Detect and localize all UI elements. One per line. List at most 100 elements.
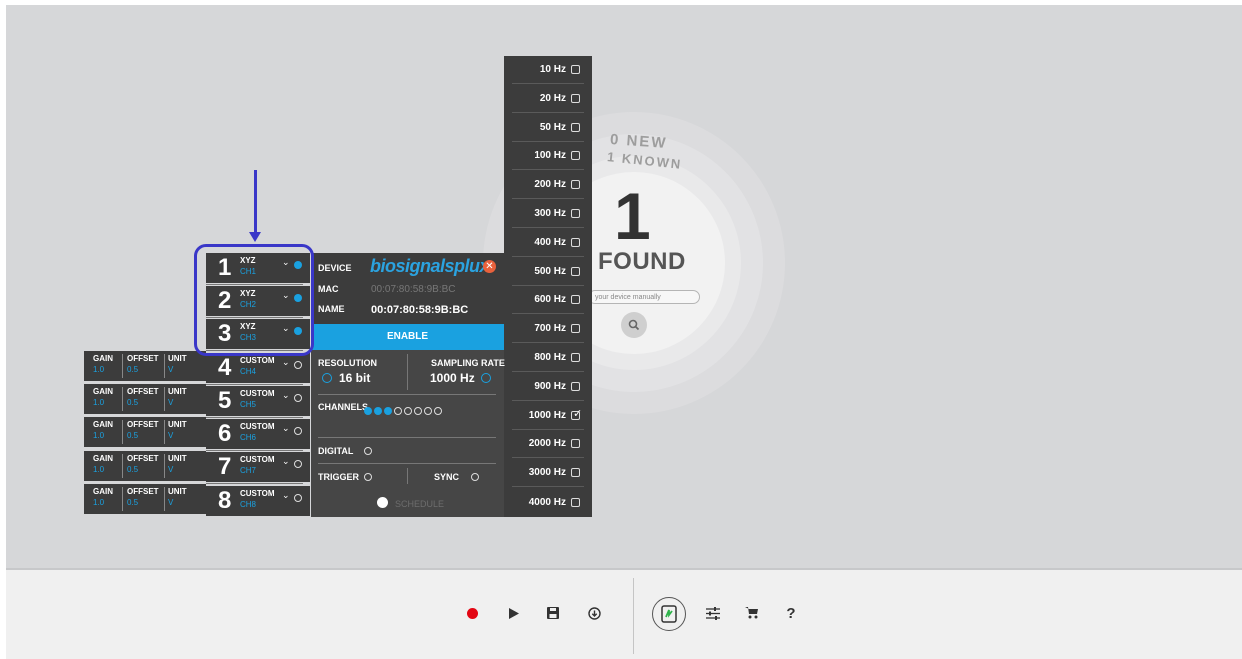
digital-toggle[interactable] xyxy=(364,447,372,455)
chevron-down-icon[interactable]: ⌄ xyxy=(282,423,290,434)
offset-value[interactable]: 0.5 xyxy=(127,431,138,440)
offset-value[interactable]: 0.5 xyxy=(127,398,138,407)
unit-value[interactable]: V xyxy=(168,398,173,407)
sampling-rate-option[interactable]: 10 Hz xyxy=(512,56,584,84)
sampling-rate-option[interactable]: 300 Hz xyxy=(512,200,584,228)
sampling-rate-checkbox[interactable] xyxy=(571,324,580,334)
name-field[interactable]: 00:07:80:58:9B:BC xyxy=(371,304,468,316)
sampling-rate-option[interactable]: 500 Hz xyxy=(512,258,584,286)
device-button[interactable] xyxy=(652,597,686,631)
divider xyxy=(164,487,165,511)
channel-type[interactable]: CUSTOM xyxy=(240,389,275,398)
channel-toggle[interactable] xyxy=(294,494,302,502)
schedule-icon[interactable] xyxy=(377,497,388,508)
sampling-rate-option[interactable]: 50 Hz xyxy=(512,114,584,142)
channel-toggle[interactable] xyxy=(294,361,302,369)
offset-value[interactable]: 0.5 xyxy=(127,465,138,474)
channel-row[interactable]: 5 CUSTOM CH5 ⌄ xyxy=(206,386,310,416)
channel-toggle-dot[interactable] xyxy=(364,406,372,415)
channel-toggle-dot[interactable] xyxy=(424,406,432,415)
sampling-rate-option[interactable]: 400 Hz xyxy=(512,229,584,257)
sampling-rate-checkbox[interactable] xyxy=(571,266,580,276)
manual-device-input[interactable]: your device manually xyxy=(588,290,700,304)
sampling-rate-checkbox[interactable] xyxy=(571,93,580,103)
download-button[interactable] xyxy=(581,600,607,626)
sampling-rate-checkbox[interactable] xyxy=(571,407,582,420)
channel-row[interactable]: 8 CUSTOM CH8 ⌄ xyxy=(206,486,310,516)
sampling-rate-option[interactable]: 3000 Hz xyxy=(512,459,584,488)
save-button[interactable] xyxy=(540,600,566,626)
play-button[interactable] xyxy=(501,600,527,626)
resolution-value[interactable]: 16 bit xyxy=(339,371,370,385)
sampling-rate-checkbox[interactable] xyxy=(571,209,580,218)
sampling-rate-option[interactable]: 20 Hz xyxy=(512,85,584,113)
sampling-rate-checkbox[interactable] xyxy=(571,151,580,161)
sampling-rate-checkbox[interactable] xyxy=(571,295,580,305)
settings-button[interactable] xyxy=(700,600,726,626)
gain-value[interactable]: 1.0 xyxy=(93,498,104,507)
divider xyxy=(122,387,123,411)
channel-toggle-dot[interactable] xyxy=(404,406,412,415)
unit-value[interactable]: V xyxy=(168,365,173,374)
chevron-down-icon[interactable]: ⌄ xyxy=(282,390,290,401)
sampling-rate-checkbox[interactable] xyxy=(571,180,580,190)
channel-toggle-dot[interactable] xyxy=(394,406,402,415)
sampling-rate-checkbox[interactable] xyxy=(571,497,580,507)
channel-type[interactable]: CUSTOM xyxy=(240,356,275,365)
sync-toggle[interactable] xyxy=(471,473,479,481)
chevron-down-icon[interactable]: ⌄ xyxy=(282,490,290,501)
unit-value[interactable]: V xyxy=(168,498,173,507)
offset-value[interactable]: 0.5 xyxy=(127,498,138,507)
channel-toggle-dot[interactable] xyxy=(384,406,392,415)
sampling-rate-checkbox[interactable] xyxy=(571,439,580,449)
schedule-label[interactable]: SCHEDULE xyxy=(395,499,444,509)
sampling-rate-option[interactable]: 4000 Hz xyxy=(512,488,584,516)
sampling-rate-option[interactable]: 800 Hz xyxy=(512,344,584,372)
close-button[interactable]: ✕ xyxy=(483,260,496,273)
channel-toggle-dot[interactable] xyxy=(374,406,382,415)
sampling-rate-option[interactable]: 900 Hz xyxy=(512,373,584,401)
gain-value[interactable]: 1.0 xyxy=(93,465,104,474)
gain-value[interactable]: 1.0 xyxy=(93,431,104,440)
record-button[interactable] xyxy=(459,600,485,626)
channel-row[interactable]: 4 CUSTOM CH4 ⌄ xyxy=(206,353,310,383)
sampling-rate-checkbox[interactable] xyxy=(571,237,580,247)
trigger-toggle[interactable] xyxy=(364,473,372,481)
channel-row[interactable]: 6 CUSTOM CH6 ⌄ xyxy=(206,419,310,449)
channel-toggle[interactable] xyxy=(294,427,302,435)
channel-row[interactable]: 7 CUSTOM CH7 ⌄ xyxy=(206,452,310,482)
sampling-rate-checkbox[interactable] xyxy=(571,353,580,362)
channel-type[interactable]: CUSTOM xyxy=(240,422,275,431)
unit-value[interactable]: V xyxy=(168,431,173,440)
sampling-rate-value[interactable]: 1000 Hz xyxy=(430,371,475,385)
channel-toggle[interactable] xyxy=(294,460,302,468)
channel-id: CH8 xyxy=(240,500,257,509)
chevron-down-icon[interactable]: ⌄ xyxy=(282,456,290,467)
cart-button[interactable] xyxy=(738,600,764,626)
sampling-rate-option[interactable]: 100 Hz xyxy=(512,142,584,171)
unit-value[interactable]: V xyxy=(168,465,173,474)
enable-button[interactable]: ENABLE xyxy=(311,324,504,350)
sampling-rate-checkbox[interactable] xyxy=(571,381,580,391)
sampling-rate-option[interactable]: 2000 Hz xyxy=(512,430,584,459)
channel-type[interactable]: CUSTOM xyxy=(240,455,275,464)
channel-dots[interactable] xyxy=(364,402,444,420)
channel-type[interactable]: CUSTOM xyxy=(240,489,275,498)
channel-toggle-dot[interactable] xyxy=(434,406,442,415)
gain-value[interactable]: 1.0 xyxy=(93,365,104,374)
channel-toggle[interactable] xyxy=(294,394,302,402)
sampling-rate-option[interactable]: 1000 Hz xyxy=(512,402,584,430)
search-button[interactable] xyxy=(621,312,647,338)
sampling-rate-option[interactable]: 200 Hz xyxy=(512,171,584,200)
offset-value[interactable]: 0.5 xyxy=(127,365,138,374)
sampling-rate-checkbox[interactable] xyxy=(571,122,580,132)
gain-value[interactable]: 1.0 xyxy=(93,398,104,407)
resolution-label: RESOLUTION xyxy=(318,358,378,368)
sampling-rate-option[interactable]: 600 Hz xyxy=(512,286,584,315)
sampling-rate-checkbox[interactable] xyxy=(571,65,580,74)
sampling-rate-option[interactable]: 700 Hz xyxy=(512,315,584,344)
sampling-rate-checkbox[interactable] xyxy=(571,468,580,478)
channel-toggle-dot[interactable] xyxy=(414,406,422,415)
chevron-down-icon[interactable]: ⌄ xyxy=(282,357,290,368)
help-button[interactable]: ? xyxy=(778,600,804,626)
